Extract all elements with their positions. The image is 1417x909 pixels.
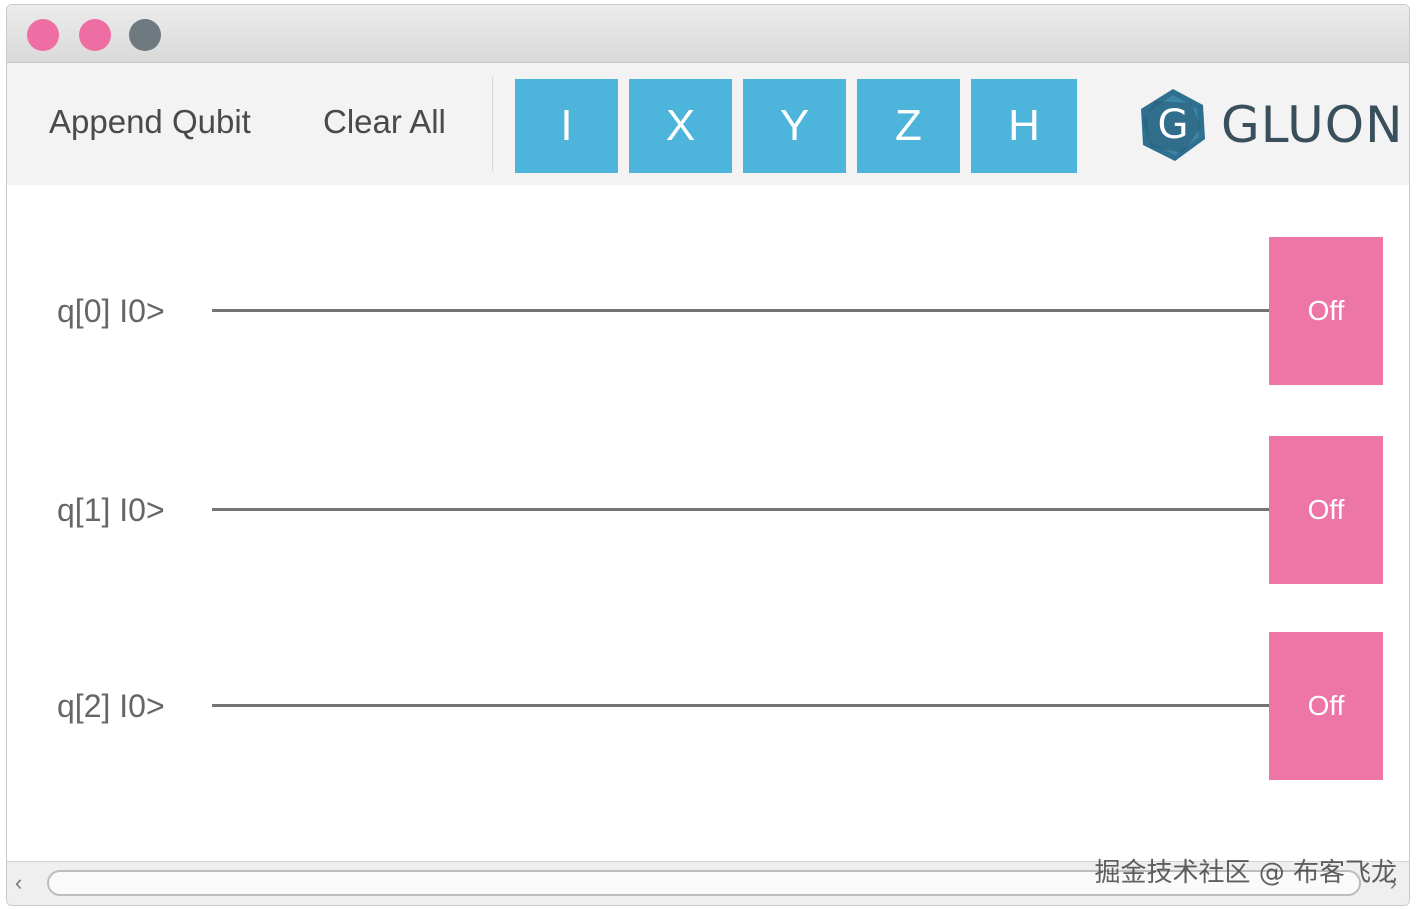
gate-z-button[interactable]: Z xyxy=(857,79,960,173)
gluon-logo-icon: G xyxy=(1141,89,1205,161)
minimize-window-button[interactable] xyxy=(79,19,111,51)
qubit-wire[interactable] xyxy=(212,704,1269,707)
clear-all-button[interactable]: Clear All xyxy=(323,103,446,141)
qubit-row: q[1] I0> Off xyxy=(7,436,1409,584)
measure-button[interactable]: Off xyxy=(1269,632,1383,780)
gate-h-button[interactable]: H xyxy=(971,79,1077,173)
gate-x-button[interactable]: X xyxy=(629,79,732,173)
svg-text:G: G xyxy=(1158,102,1189,148)
qubit-wire[interactable] xyxy=(212,309,1269,312)
toolbar: Append Qubit Clear All I X Y Z H G GLUON xyxy=(7,63,1409,185)
toolbar-separator xyxy=(492,77,493,171)
close-window-button[interactable] xyxy=(27,19,59,51)
gate-i-button[interactable]: I xyxy=(515,79,618,173)
qubit-wire[interactable] xyxy=(212,508,1269,511)
qubit-label: q[0] I0> xyxy=(57,293,165,329)
gluon-logo-text: GLUON xyxy=(1221,96,1404,154)
qubit-label: q[2] I0> xyxy=(57,688,165,724)
maximize-window-button[interactable] xyxy=(129,19,161,51)
gate-palette: I X Y Z H xyxy=(515,79,1077,173)
append-qubit-button[interactable]: Append Qubit xyxy=(49,103,251,141)
qubit-row: q[2] I0> Off xyxy=(7,632,1409,780)
chevron-left-icon[interactable]: ‹ xyxy=(15,870,22,896)
gluon-logo: G GLUON xyxy=(1135,85,1403,165)
measure-button[interactable]: Off xyxy=(1269,237,1383,385)
qubit-label: q[1] I0> xyxy=(57,492,165,528)
measure-button[interactable]: Off xyxy=(1269,436,1383,584)
app-window: Append Qubit Clear All I X Y Z H G GLUON… xyxy=(6,4,1410,906)
title-bar[interactable] xyxy=(7,5,1409,63)
qubit-row: q[0] I0> Off xyxy=(7,237,1409,385)
watermark: 掘金技术社区 @ 布客飞龙 xyxy=(1094,858,1397,888)
circuit-canvas[interactable]: q[0] I0> Off q[1] I0> Off q[2] I0> Off xyxy=(7,185,1409,865)
gate-y-button[interactable]: Y xyxy=(743,79,846,173)
